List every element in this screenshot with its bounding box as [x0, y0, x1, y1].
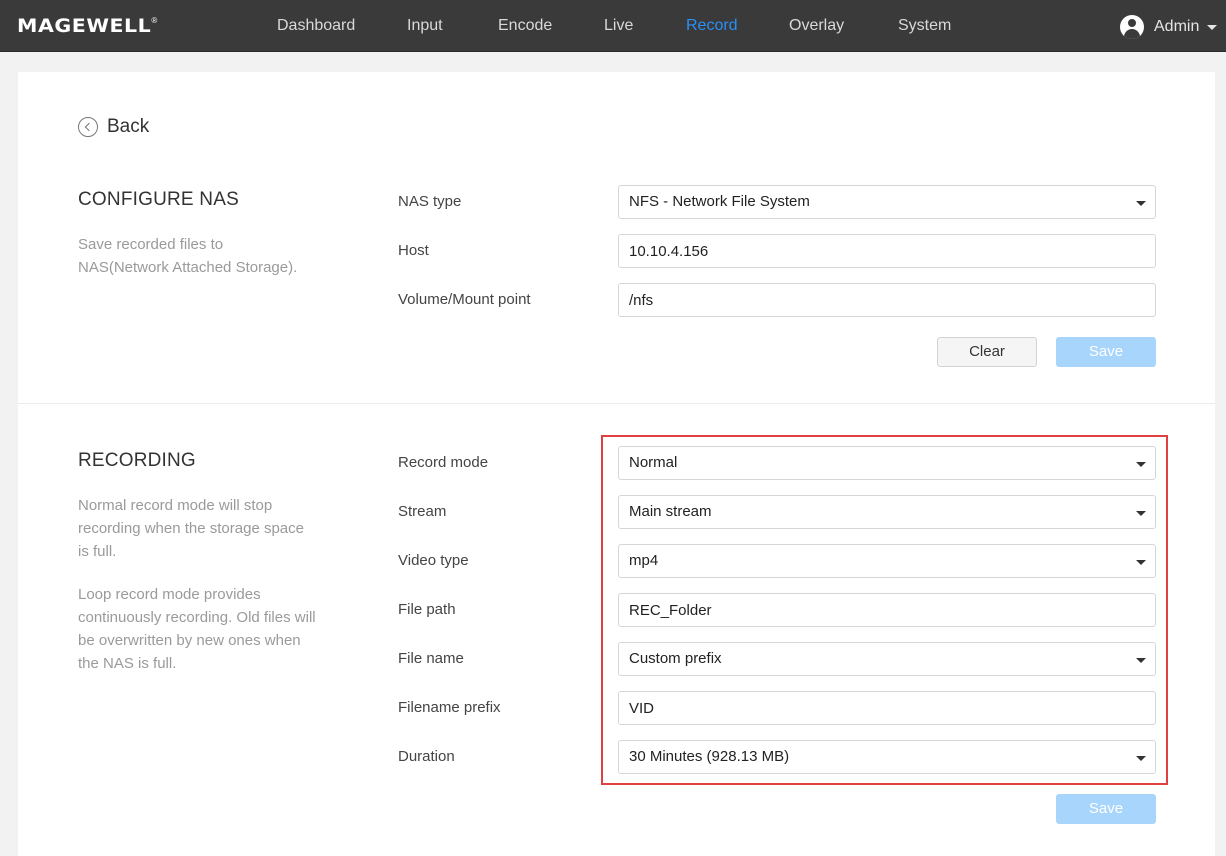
nas-section-description: Save recorded files to NAS(Network Attac… [78, 236, 298, 276]
section-divider [18, 403, 1215, 404]
clear-button[interactable]: Clear [937, 337, 1037, 367]
recording-save-button[interactable]: Save [1056, 794, 1156, 824]
recording-section-title: RECORDING [78, 450, 196, 471]
nas-type-value: NFS - Network File System [629, 193, 810, 210]
recording-description-normal: Normal record mode will stop recording w… [78, 497, 304, 560]
recording-description-loop: Loop record mode provides continuously r… [78, 586, 316, 672]
nas-save-button[interactable]: Save [1056, 337, 1156, 367]
mount-point-input[interactable] [618, 283, 1156, 317]
nav-record[interactable]: Record [686, 16, 738, 36]
nav-system[interactable]: System [898, 16, 951, 36]
record-mode-label: Record mode [398, 454, 489, 471]
nav-overlay[interactable]: Overlay [789, 16, 844, 36]
brand-name: MAGEWELL [17, 15, 152, 37]
nav-encode[interactable]: Encode [498, 16, 552, 36]
video-type-label: Video type [398, 552, 469, 569]
filename-prefix-label: Filename prefix [398, 699, 501, 716]
dropdown-caret-icon [1136, 201, 1146, 206]
top-nav-bar: MAGEWELL ® Dashboard Input Encode Live R… [0, 0, 1226, 52]
nas-section-title: CONFIGURE NAS [78, 189, 239, 210]
nas-type-select[interactable]: NFS - Network File System [618, 185, 1156, 219]
mount-point-label: Volume/Mount point [398, 291, 531, 308]
host-label: Host [398, 242, 429, 259]
user-avatar-icon [1120, 15, 1144, 39]
duration-label: Duration [398, 748, 455, 765]
nas-type-label: NAS type [398, 193, 462, 210]
host-input[interactable] [618, 234, 1156, 268]
back-button[interactable]: Back [78, 116, 149, 138]
magewell-logo: MAGEWELL ® [17, 14, 157, 38]
back-arrow-icon [78, 117, 98, 137]
nav-dashboard[interactable]: Dashboard [277, 16, 355, 36]
stream-label: Stream [398, 503, 447, 520]
user-menu[interactable]: Admin [1120, 14, 1218, 40]
file-path-label: File path [398, 601, 456, 618]
file-name-label: File name [398, 650, 464, 667]
user-name: Admin [1154, 18, 1200, 35]
registered-mark: ® [151, 16, 158, 25]
nav-live[interactable]: Live [604, 16, 633, 36]
back-label: Back [107, 116, 150, 137]
nav-input[interactable]: Input [407, 16, 443, 36]
chevron-down-icon [1207, 24, 1218, 30]
highlight-box [601, 435, 1168, 785]
